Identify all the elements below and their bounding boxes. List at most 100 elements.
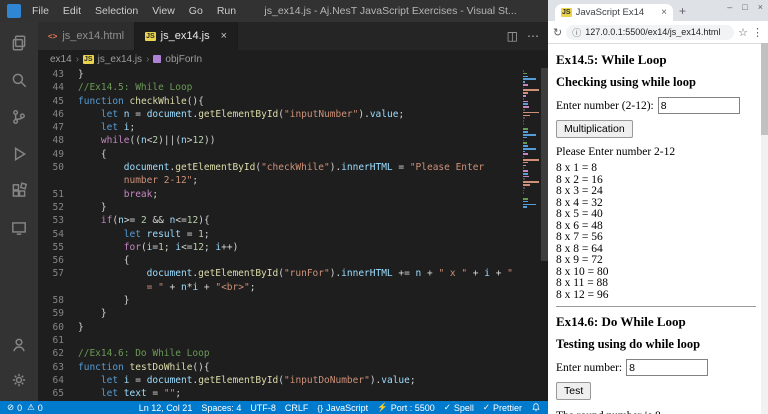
breadcrumb-folder[interactable]: ex14 (50, 54, 72, 65)
minimize-button[interactable]: – (727, 2, 732, 12)
code-row[interactable]: 57 document.getElementById("runFor").inn… (38, 267, 548, 280)
encoding[interactable]: UTF-8 (250, 403, 276, 413)
prettier-status[interactable]: ✓Prettier (483, 402, 522, 413)
minimap[interactable] (523, 70, 539, 209)
notifications-bell-icon[interactable] (531, 402, 541, 413)
breadcrumb-file[interactable]: js_ex14.js (98, 54, 142, 65)
section-divider (556, 306, 756, 307)
code-row[interactable]: = " + n*i + "<br>"; (38, 281, 548, 294)
code-row[interactable]: 63function testDoWhile(){ (38, 361, 548, 374)
tab-js-ex14-js[interactable]: JS js_ex14.js × (135, 22, 238, 50)
account-icon[interactable] (8, 334, 30, 356)
result-line: 8 x 9 = 72 (556, 255, 756, 267)
line-number: 63 (38, 361, 64, 374)
code-row[interactable]: 52 } (38, 201, 548, 214)
more-actions-icon[interactable]: ⋯ (527, 29, 539, 43)
cursor-position[interactable]: Ln 12, Col 21 (139, 403, 193, 413)
do-while-result-text: The round number is 8 (556, 410, 756, 414)
code-row[interactable]: 64 let i = document.getElementById("inpu… (38, 374, 548, 387)
code-row[interactable]: 56 { (38, 254, 548, 267)
line-number: 60 (38, 321, 64, 334)
problems-warnings[interactable]: ⚠0 (27, 402, 43, 413)
address-bar[interactable]: ⓘ 127.0.0.1:5500/ex14/js_ex14.html (566, 25, 734, 40)
code-row[interactable]: 43} (38, 68, 548, 81)
code-row[interactable]: 53 if(n>= 2 && n<=12){ (38, 214, 548, 227)
code-row[interactable]: 54 let result = 1; (38, 228, 548, 241)
menu-item[interactable]: Run (210, 5, 243, 17)
maximize-button[interactable]: □ (742, 2, 747, 12)
menu-item[interactable]: Go (182, 5, 210, 17)
close-button[interactable]: × (758, 2, 763, 12)
code-row[interactable]: 45function checkWhile(){ (38, 95, 548, 108)
extensions-icon[interactable] (8, 180, 30, 202)
explorer-icon[interactable] (8, 32, 30, 54)
code-row[interactable]: 59 } (38, 307, 548, 320)
browser-tab[interactable]: JS JavaScript Ex14 × (555, 4, 673, 21)
code-editor[interactable]: 43}44//Ex14.5: While Loop45function chec… (38, 68, 548, 401)
menu-item[interactable]: View (145, 5, 182, 17)
vscode-titlebar: FileEditSelectionViewGoRun js_ex14.js - … (0, 0, 548, 22)
close-tab-icon[interactable]: × (221, 30, 227, 42)
problems-errors[interactable]: ⊘0 (7, 402, 22, 413)
code-row[interactable]: 55 for(i=1; i<=12; i++) (38, 241, 548, 254)
live-server-port[interactable]: ⚡Port : 5500 (377, 402, 435, 413)
code-row[interactable]: 49 { (38, 148, 548, 161)
line-number: 43 (38, 68, 64, 81)
menu-item[interactable]: Edit (56, 5, 88, 17)
code-row[interactable]: 47 let i; (38, 121, 548, 134)
multiplication-button[interactable]: Multiplication (556, 120, 633, 138)
code-line-text: if(n>= 2 && n<=12){ (64, 214, 210, 227)
code-line-text: document.getElementById("checkWhile").in… (64, 161, 484, 174)
code-row[interactable]: 51 break; (38, 188, 548, 201)
search-icon[interactable] (8, 69, 30, 91)
line-number: 56 (38, 254, 64, 267)
code-row[interactable]: 50 document.getElementById("checkWhile")… (38, 161, 548, 174)
code-row[interactable]: 58 } (38, 294, 548, 307)
code-row[interactable]: 61 (38, 334, 548, 347)
source-control-icon[interactable] (8, 106, 30, 128)
browser-scrollbar[interactable] (761, 43, 768, 414)
code-row[interactable]: 62//Ex14.6: Do While Loop (38, 347, 548, 360)
code-row[interactable]: 46 let n = document.getElementById("inpu… (38, 108, 548, 121)
number-input[interactable] (658, 97, 740, 114)
menu-item[interactable]: File (25, 5, 56, 17)
test-button[interactable]: Test (556, 382, 591, 400)
breadcrumb-symbol[interactable]: objForIn (165, 54, 202, 65)
code-row[interactable]: 44//Ex14.5: While Loop (38, 81, 548, 94)
browser-menu-icon[interactable]: ⋮ (752, 26, 763, 39)
line-number: 44 (38, 81, 64, 94)
multiplication-results: 8 x 1 = 88 x 2 = 168 x 3 = 248 x 4 = 328… (556, 163, 756, 301)
code-row[interactable]: 65 let text = ""; (38, 387, 548, 400)
bolt-icon: ⚡ (377, 402, 388, 413)
browser-tab-strip: JS JavaScript Ex14 × + – □ × (548, 0, 768, 21)
split-editor-icon[interactable]: ◫ (507, 29, 518, 43)
refresh-icon[interactable]: ↻ (553, 26, 562, 39)
eol-selector[interactable]: CRLF (285, 403, 309, 413)
code-line-text: } (64, 294, 129, 307)
site-info-icon[interactable]: ⓘ (572, 26, 581, 39)
window-controls: – □ × (727, 2, 763, 12)
code-line-text: for(i=1; i<=12; i++) (64, 241, 238, 254)
tab-js-ex14-html[interactable]: <> js_ex14.html (38, 22, 135, 50)
language-mode[interactable]: {}JavaScript (317, 403, 368, 413)
scrollbar-thumb[interactable] (541, 68, 548, 261)
vscode-logo-icon[interactable] (7, 4, 21, 18)
code-line-text: = " + n*i + "<br>"; (64, 281, 255, 294)
settings-gear-icon[interactable] (8, 369, 30, 391)
code-row[interactable]: 60} (38, 321, 548, 334)
menu-item[interactable]: Selection (88, 5, 145, 17)
do-number-input[interactable] (626, 359, 708, 376)
run-debug-icon[interactable] (8, 143, 30, 165)
scrollbar-thumb[interactable] (761, 43, 768, 135)
code-line-text: } (64, 321, 84, 334)
live-server-icon[interactable] (8, 217, 30, 239)
code-row[interactable]: number 2-12"; (38, 174, 548, 187)
spell-checker[interactable]: ✓Spell (444, 402, 474, 413)
code-line-text: //Ex14.5: While Loop (64, 81, 192, 94)
indentation[interactable]: Spaces: 4 (201, 403, 241, 413)
close-tab-icon[interactable]: × (661, 7, 667, 18)
editor-scrollbar[interactable] (541, 68, 548, 401)
code-row[interactable]: 48 while((n<2)||(n>12)) (38, 134, 548, 147)
bookmark-star-icon[interactable]: ☆ (738, 26, 748, 39)
new-tab-button[interactable]: + (679, 4, 686, 18)
